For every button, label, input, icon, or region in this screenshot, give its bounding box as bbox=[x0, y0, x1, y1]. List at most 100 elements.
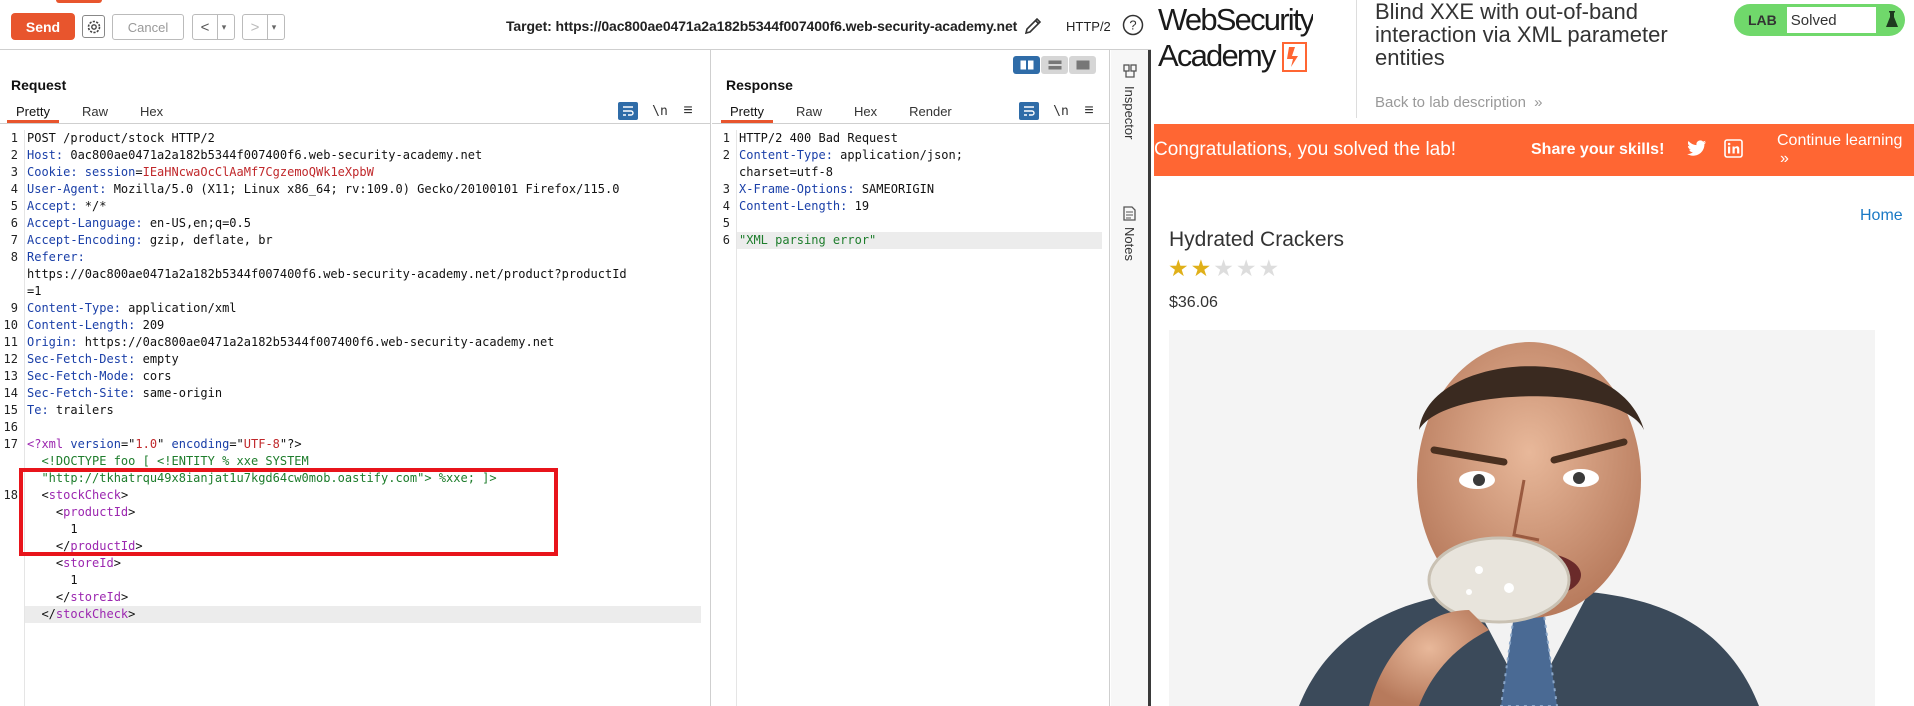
wrap-lines-icon bbox=[1024, 106, 1035, 116]
code-line: Cookie: session=IEaHNcwaOcClAaMf7CgzemoQ… bbox=[27, 165, 374, 179]
response-tab-hex[interactable]: Hex bbox=[845, 100, 886, 123]
line-number: 13 bbox=[3, 369, 18, 383]
forward-arrow-icon: > bbox=[250, 18, 260, 36]
request-wrap-toggle[interactable] bbox=[618, 102, 638, 120]
help-icon: ? bbox=[1122, 14, 1144, 36]
code-line: </stockCheck> bbox=[27, 607, 136, 621]
response-tab-pretty[interactable]: Pretty bbox=[721, 100, 773, 123]
continue-chevron-icon: » bbox=[1780, 150, 1789, 167]
line-number: 18 bbox=[3, 488, 18, 502]
code-line: POST /product/stock HTTP/2 bbox=[27, 131, 215, 145]
code-line: Host: 0ac800ae0471a2a182b5344f007400f6.w… bbox=[27, 148, 483, 162]
layout-toggle bbox=[1013, 56, 1096, 74]
forward-dropdown-icon[interactable]: ▾ bbox=[267, 15, 280, 39]
cancel-button[interactable]: Cancel bbox=[112, 14, 184, 40]
help-button[interactable]: ? bbox=[1122, 14, 1144, 41]
settings-button[interactable] bbox=[82, 15, 105, 38]
code-line: X-Frame-Options: SAMEORIGIN bbox=[739, 182, 935, 196]
burp-repeater: Send Cancel < ▾ > ▾ Target: https://0ac8… bbox=[0, 0, 1151, 706]
send-button[interactable]: Send bbox=[11, 13, 75, 40]
repeater-toolbar: Send Cancel < ▾ > ▾ Target: https://0ac8… bbox=[0, 0, 1151, 50]
linkedin-share-button[interactable] bbox=[1724, 139, 1743, 163]
line-number: 5 bbox=[722, 216, 730, 230]
code-line: Accept-Encoding: gzip, deflate, br bbox=[27, 233, 273, 247]
line-number: 12 bbox=[3, 352, 18, 366]
line-number: 17 bbox=[3, 437, 18, 451]
rows-icon bbox=[1048, 60, 1061, 70]
continue-learning-link[interactable]: Continue learning » bbox=[1777, 132, 1914, 168]
code-line: Sec-Fetch-Site: same-origin bbox=[27, 386, 223, 400]
web-security-academy-logo[interactable]: WebSecurity Academy bbox=[1158, 2, 1317, 73]
code-line: Content-Type: application/json; bbox=[739, 148, 963, 162]
line-number: 8 bbox=[10, 250, 18, 264]
code-line: Accept: */* bbox=[27, 199, 107, 213]
request-tabs: Pretty Raw Hex bbox=[7, 100, 186, 123]
product-image bbox=[1169, 330, 1875, 706]
logo-graphic: WebSecurity Academy bbox=[1158, 2, 1317, 73]
solved-banner: Congratulations, you solved the lab! Sha… bbox=[1154, 124, 1914, 176]
layout-side-by-side-button[interactable] bbox=[1013, 56, 1040, 74]
line-number: 11 bbox=[3, 335, 18, 349]
code-line: HTTP/2 400 Bad Request bbox=[739, 131, 898, 145]
response-menu-icon[interactable]: ≡ bbox=[1079, 102, 1099, 120]
response-pane: Response Pretty Raw Hex Render \n ≡ 1 HTT… bbox=[712, 50, 1110, 706]
home-link[interactable]: Home bbox=[1860, 207, 1903, 225]
code-line: "XML parsing error" bbox=[739, 233, 877, 247]
double-chevron-icon: » bbox=[1534, 94, 1543, 111]
response-tabs: Pretty Raw Hex Render bbox=[721, 100, 975, 123]
product-price: $36.06 bbox=[1169, 294, 1218, 311]
layout-tabs-button[interactable] bbox=[1069, 56, 1096, 74]
logo-line-2: Academy bbox=[1158, 38, 1277, 73]
line-number: 15 bbox=[3, 403, 18, 417]
inspector-label: Inspector bbox=[1122, 86, 1137, 140]
code-line: Content-Length: 209 bbox=[27, 318, 165, 332]
response-wrap-toggle[interactable] bbox=[1019, 102, 1039, 120]
response-tab-render[interactable]: Render bbox=[900, 100, 961, 123]
code-line: https://0ac800ae0471a2a182b5344f007400f6… bbox=[27, 267, 627, 281]
inspector-toggle[interactable]: Inspector bbox=[1111, 64, 1148, 139]
star-empty-icon: ★ bbox=[1235, 255, 1257, 281]
single-pane-icon bbox=[1076, 60, 1089, 70]
request-newline-toggle[interactable]: \n bbox=[650, 102, 670, 120]
code-line: Te: trailers bbox=[27, 403, 114, 417]
twitter-share-button[interactable] bbox=[1687, 140, 1707, 162]
line-number: 10 bbox=[3, 318, 18, 332]
history-forward-button[interactable]: > ▾ bbox=[242, 14, 285, 40]
back-to-lab-description-link[interactable]: Back to lab description » bbox=[1375, 94, 1542, 111]
code-line: Accept-Language: en-US,en;q=0.5 bbox=[27, 216, 251, 230]
star-filled-icon: ★ bbox=[1168, 255, 1189, 281]
back-arrow-icon: < bbox=[200, 18, 210, 36]
product-rating: ★ ★ ★ ★ ★ bbox=[1168, 257, 1279, 280]
line-number: 3 bbox=[722, 182, 730, 196]
star-empty-icon: ★ bbox=[1258, 255, 1280, 281]
request-menu-icon[interactable]: ≡ bbox=[678, 102, 698, 120]
header-divider bbox=[1356, 0, 1357, 118]
request-tab-pretty[interactable]: Pretty bbox=[7, 100, 59, 123]
code-line: Content-Type: application/xml bbox=[27, 301, 237, 315]
congratulations-message: Congratulations, you solved the lab! bbox=[1154, 139, 1457, 160]
protocol-label[interactable]: HTTP/2 bbox=[1066, 19, 1111, 34]
notes-toggle[interactable]: Notes bbox=[1111, 206, 1148, 261]
response-editor[interactable]: 1 HTTP/2 400 Bad Request 2 Content-Type: ap… bbox=[712, 130, 1110, 706]
lab-browser-view: WebSecurity Academy Blind XXE with out-o… bbox=[1154, 0, 1914, 706]
code-line: User-Agent: Mozilla/5.0 (X11; Linux x86_… bbox=[27, 182, 620, 196]
back-dropdown-icon[interactable]: ▾ bbox=[217, 15, 230, 39]
request-tab-divider bbox=[0, 123, 711, 124]
line-number: 4 bbox=[10, 182, 18, 196]
history-back-button[interactable]: < ▾ bbox=[192, 14, 235, 40]
share-skills-label: Share your skills! bbox=[1531, 141, 1665, 158]
response-newline-toggle[interactable]: \n bbox=[1051, 102, 1071, 120]
line-number: 2 bbox=[722, 148, 730, 162]
line-number: 6 bbox=[722, 233, 730, 247]
line-number: 9 bbox=[10, 301, 18, 315]
request-tab-hex[interactable]: Hex bbox=[131, 100, 172, 123]
code-line: <storeId> bbox=[27, 556, 121, 570]
request-editor[interactable]: 1 POST /product/stock HTTP/2 2 Host: 0ac800… bbox=[0, 130, 711, 706]
response-tab-raw[interactable]: Raw bbox=[787, 100, 831, 123]
layout-stacked-button[interactable] bbox=[1041, 56, 1068, 74]
continue-learning-label: Continue learning bbox=[1777, 132, 1903, 149]
flask-icon-wrap bbox=[1878, 4, 1905, 36]
edit-target-button[interactable] bbox=[1023, 15, 1043, 42]
request-tab-raw[interactable]: Raw bbox=[73, 100, 117, 123]
star-empty-icon: ★ bbox=[1213, 255, 1234, 281]
